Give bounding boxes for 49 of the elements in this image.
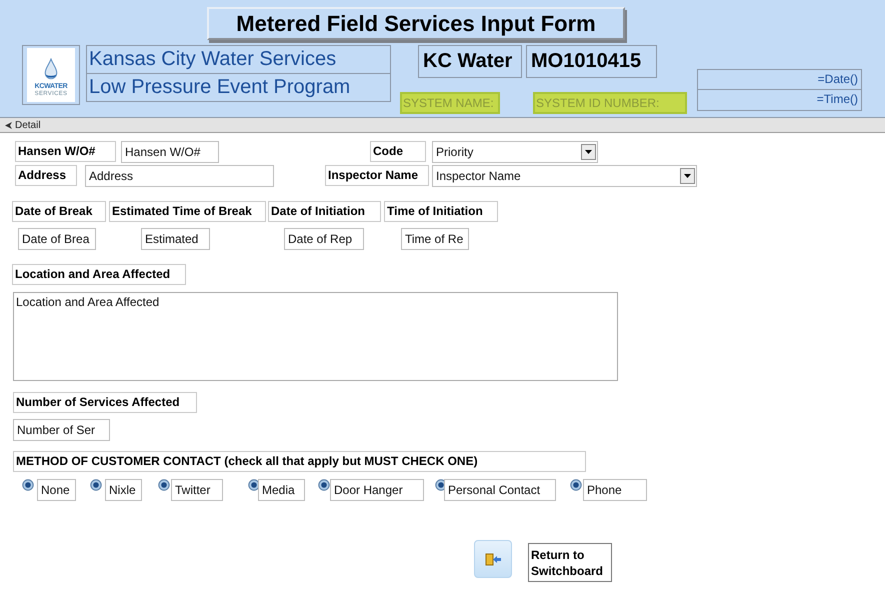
field-label: Address (15, 165, 77, 186)
option-label: Media (258, 479, 305, 501)
field-label: METHOD OF CUSTOMER CONTACT (check all that apply but MUST CHECK ONE) (13, 451, 586, 472)
system-id-label: SYSTEM ID NUMBER: (533, 92, 687, 114)
option-label: None (37, 479, 76, 501)
radio-button[interactable] (570, 479, 582, 491)
option-label: Personal Contact (444, 479, 556, 501)
input-field[interactable]: Address (85, 165, 274, 187)
text-area[interactable]: Location and Area Affected (13, 292, 618, 381)
field-label: Time of Initiation (384, 201, 498, 222)
radio-button[interactable] (158, 479, 170, 491)
date-field: =Date() (697, 69, 862, 90)
option-label: Door Hanger (330, 479, 424, 501)
radio-button[interactable] (22, 479, 34, 491)
input-field[interactable]: Estimated (141, 228, 210, 250)
time-field: =Time() (697, 90, 862, 111)
option-label: Twitter (171, 479, 223, 501)
radio-button[interactable] (318, 479, 330, 491)
form-title: Metered Field Services Input Form (207, 7, 625, 40)
button-caption: Return to Switchboard (528, 543, 612, 582)
organization-name: Low Pressure Event Program (87, 73, 390, 101)
option-label: Phone (583, 479, 647, 501)
system-id-value: MO1010415 (526, 45, 657, 78)
dropdown-arrow-icon[interactable] (684, 174, 691, 178)
exit-door-icon (484, 552, 502, 566)
field-label: Estimated Time of Break (109, 201, 266, 222)
dropdown-field[interactable]: Inspector Name (432, 165, 697, 187)
option-label: Nixle (105, 479, 142, 501)
dropdown-arrow-icon[interactable] (585, 150, 592, 154)
input-field[interactable]: Number of Ser (13, 419, 110, 441)
system-name-value: KC Water (418, 45, 522, 78)
input-field[interactable]: Date of Rep (284, 228, 364, 250)
radio-button[interactable] (90, 479, 102, 491)
field-label: Location and Area Affected (12, 264, 186, 285)
field-label: Date of Initiation (268, 201, 381, 222)
field-label: Hansen W/O# (15, 141, 116, 162)
section-title: Detail (15, 120, 41, 130)
field-label: Date of Break (12, 201, 106, 222)
field-label: Number of Services Affected (13, 392, 197, 413)
input-field[interactable]: Hansen W/O# (121, 141, 219, 163)
switchboard-button[interactable] (474, 540, 512, 578)
input-field[interactable]: Time of Re (401, 228, 469, 250)
collapse-icon[interactable] (4, 120, 13, 130)
field-label: Inspector Name (325, 165, 429, 186)
system-name-label: SYSTEM NAME: (400, 92, 500, 114)
field-label: Code (370, 141, 426, 162)
organization-name: Kansas City Water Services (88, 47, 338, 72)
dropdown-field[interactable]: Priority (432, 141, 598, 163)
input-field[interactable]: Date of Brea (18, 228, 96, 250)
